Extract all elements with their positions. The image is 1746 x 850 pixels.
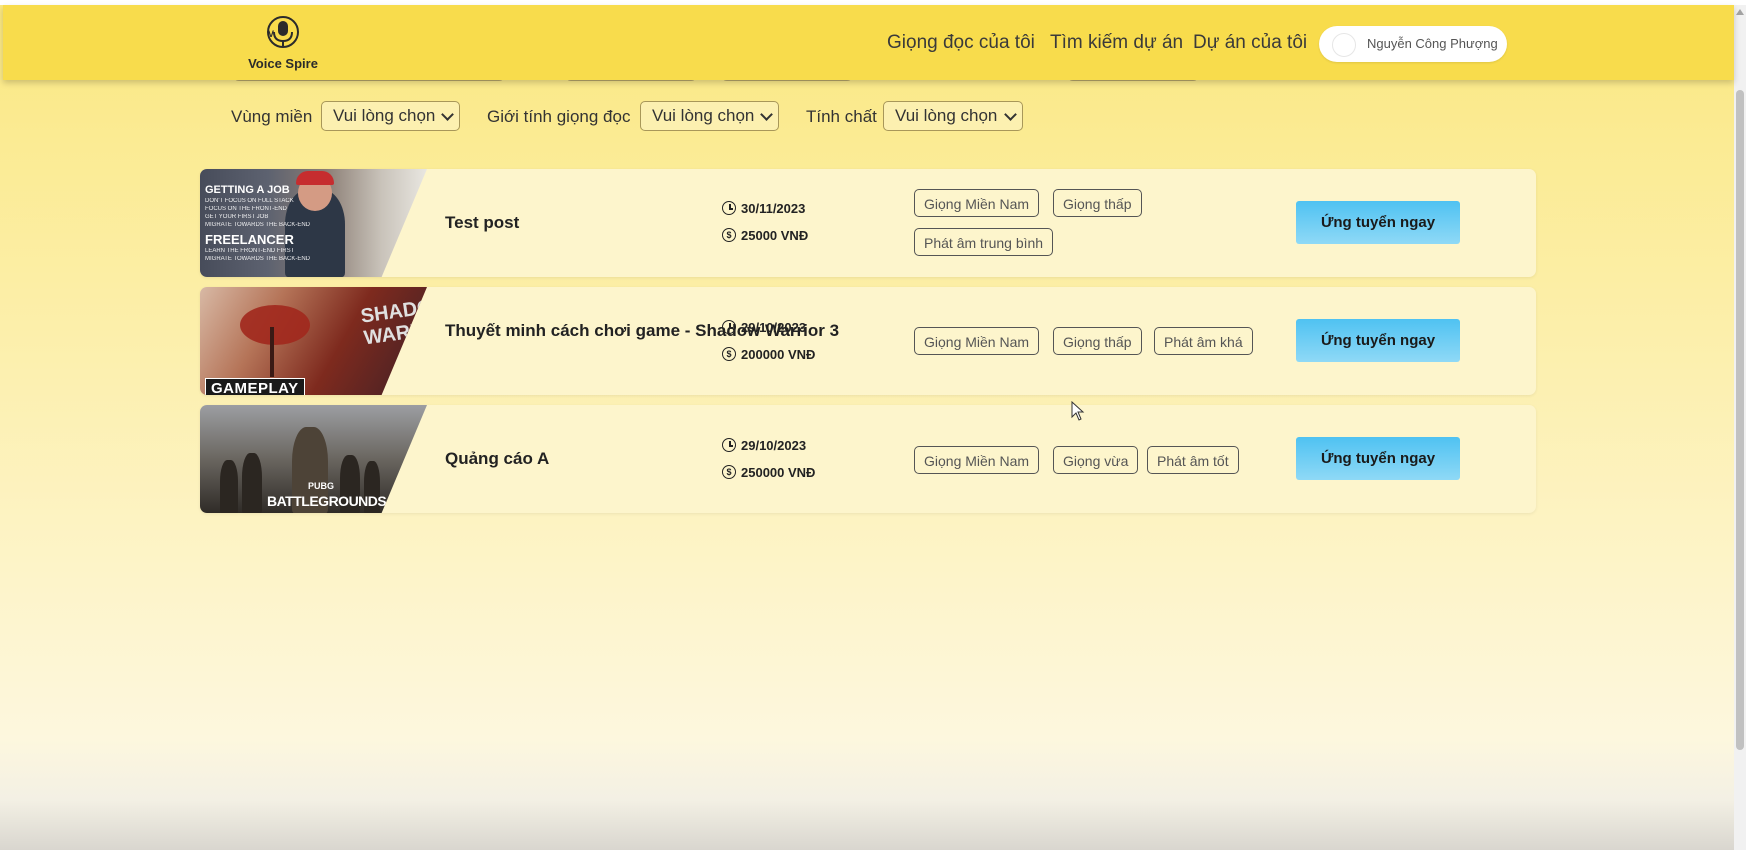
thumbnail-small-text: MIGRATE TOWARDS THE BACK-END bbox=[205, 256, 311, 262]
clock-icon bbox=[722, 438, 736, 452]
project-card[interactable]: SHADOW WARRIOR GAMEPLAY Thuyết minh cách… bbox=[200, 287, 1536, 395]
project-thumbnail[interactable]: GETTING A JOB DON'T FOCUS ON FULL STACK … bbox=[200, 169, 427, 277]
tag-pronunciation: Phát âm trung bình bbox=[914, 228, 1054, 256]
tag-pitch: Giọng thấp bbox=[1053, 327, 1142, 355]
tag-region: Giọng Miền Nam bbox=[914, 327, 1040, 355]
voice-spire-logo[interactable]: V Voice Spire bbox=[241, 13, 325, 73]
voice-gender-select[interactable]: Vui lòng chọn bbox=[640, 101, 779, 131]
project-thumbnail[interactable]: PUBG BATTLEGROUNDS bbox=[200, 405, 427, 513]
nav-my-voices[interactable]: Giọng đọc của tôi bbox=[887, 32, 1035, 54]
page-scrollbar[interactable] bbox=[1734, 5, 1746, 850]
region-filter-label: Vùng miền bbox=[231, 107, 313, 126]
game-logo-top: PUBG bbox=[308, 481, 335, 491]
apply-now-button[interactable]: Ứng tuyển ngay bbox=[1296, 319, 1460, 362]
apply-now-button[interactable]: Ứng tuyển ngay bbox=[1296, 437, 1460, 480]
region-select[interactable]: Vui lòng chọn bbox=[321, 101, 460, 131]
project-price: 200000 VNĐ bbox=[741, 347, 816, 362]
project-title[interactable]: Test post bbox=[445, 212, 519, 234]
soldier-figure bbox=[220, 460, 238, 513]
logo-text: Voice Spire bbox=[248, 56, 318, 71]
thumbnail-small-text: MIGRATE TOWARDS THE BACK-END bbox=[205, 222, 311, 228]
project-thumbnail[interactable]: SHADOW WARRIOR GAMEPLAY bbox=[200, 287, 427, 395]
red-cap bbox=[296, 171, 334, 185]
tag-region: Giọng Miền Nam bbox=[914, 446, 1040, 474]
microphone-logo-icon: V bbox=[267, 16, 299, 48]
project-card[interactable]: PUBG BATTLEGROUNDS Quảng cáo A 29/10/202… bbox=[200, 405, 1536, 513]
svg-text:V: V bbox=[268, 29, 274, 39]
dollar-icon: $ bbox=[722, 228, 736, 242]
user-menu-button[interactable]: Nguyễn Công Phượng bbox=[1319, 26, 1507, 62]
characteristic-filter-label: Tính chất bbox=[806, 107, 877, 126]
soldier-figure bbox=[242, 453, 262, 513]
clock-icon bbox=[722, 320, 736, 334]
game-logo-text: BATTLEGROUNDS bbox=[267, 493, 387, 509]
clock-icon bbox=[722, 201, 736, 215]
chevron-down-icon bbox=[760, 108, 773, 121]
thumbnail-text: FREELANCER bbox=[205, 232, 294, 247]
tag-pronunciation: Phát âm khá bbox=[1154, 327, 1253, 355]
region-select-value: Vui lòng chọn bbox=[333, 106, 436, 125]
apply-now-button[interactable]: Ứng tuyển ngay bbox=[1296, 201, 1460, 244]
project-date: 29/10/2023 bbox=[741, 320, 807, 335]
voice-gender-select-value: Vui lòng chọn bbox=[652, 106, 755, 125]
project-date: 30/11/2023 bbox=[741, 201, 806, 216]
umbrella-handle bbox=[270, 327, 274, 377]
nav-my-projects[interactable]: Dự án của tôi bbox=[1193, 32, 1307, 54]
umbrella-shape bbox=[240, 305, 310, 345]
tag-pitch: Giọng thấp bbox=[1053, 189, 1142, 217]
gameplay-badge: GAMEPLAY bbox=[205, 378, 305, 395]
thumbnail-text: GETTING A JOB bbox=[205, 184, 290, 196]
voice-gender-filter-label: Giới tính giọng đọc bbox=[487, 107, 631, 126]
project-card[interactable]: GETTING A JOB DON'T FOCUS ON FULL STACK … bbox=[200, 169, 1536, 277]
thumbnail-small-text: GET YOUR FIRST JOB bbox=[205, 214, 269, 220]
scroll-up-arrow-icon[interactable] bbox=[1736, 9, 1744, 15]
avatar bbox=[1332, 33, 1356, 57]
characteristic-select[interactable]: Vui lòng chọn bbox=[883, 101, 1023, 131]
dollar-icon: $ bbox=[722, 465, 736, 479]
top-navbar: V Voice Spire Giọng đọc của tôi Tìm kiếm… bbox=[3, 5, 1734, 80]
project-title[interactable]: Quảng cáo A bbox=[445, 448, 549, 470]
thumbnail-small-text: FOCUS ON THE FRONT-END bbox=[205, 206, 287, 212]
scrollbar-thumb[interactable] bbox=[1736, 90, 1744, 750]
tag-pronunciation: Phát âm tốt bbox=[1147, 446, 1239, 474]
user-name: Nguyễn Công Phượng bbox=[1367, 36, 1498, 51]
chevron-down-icon bbox=[1004, 108, 1017, 121]
dollar-icon: $ bbox=[722, 347, 736, 361]
chevron-down-icon bbox=[441, 108, 454, 121]
thumbnail-small-text: DON'T FOCUS ON FULL STACK bbox=[205, 198, 294, 204]
tag-region: Giọng Miền Nam bbox=[914, 189, 1040, 217]
project-price: 25000 VNĐ bbox=[741, 228, 809, 243]
project-price: 250000 VNĐ bbox=[741, 465, 816, 480]
characteristic-select-value: Vui lòng chọn bbox=[895, 106, 998, 125]
nav-search-projects[interactable]: Tìm kiếm dự án bbox=[1050, 32, 1183, 54]
thumbnail-small-text: LEARN THE FRONT-END FIRST bbox=[205, 248, 295, 254]
project-date: 29/10/2023 bbox=[741, 438, 807, 453]
tag-pitch: Giọng vừa bbox=[1053, 446, 1139, 474]
